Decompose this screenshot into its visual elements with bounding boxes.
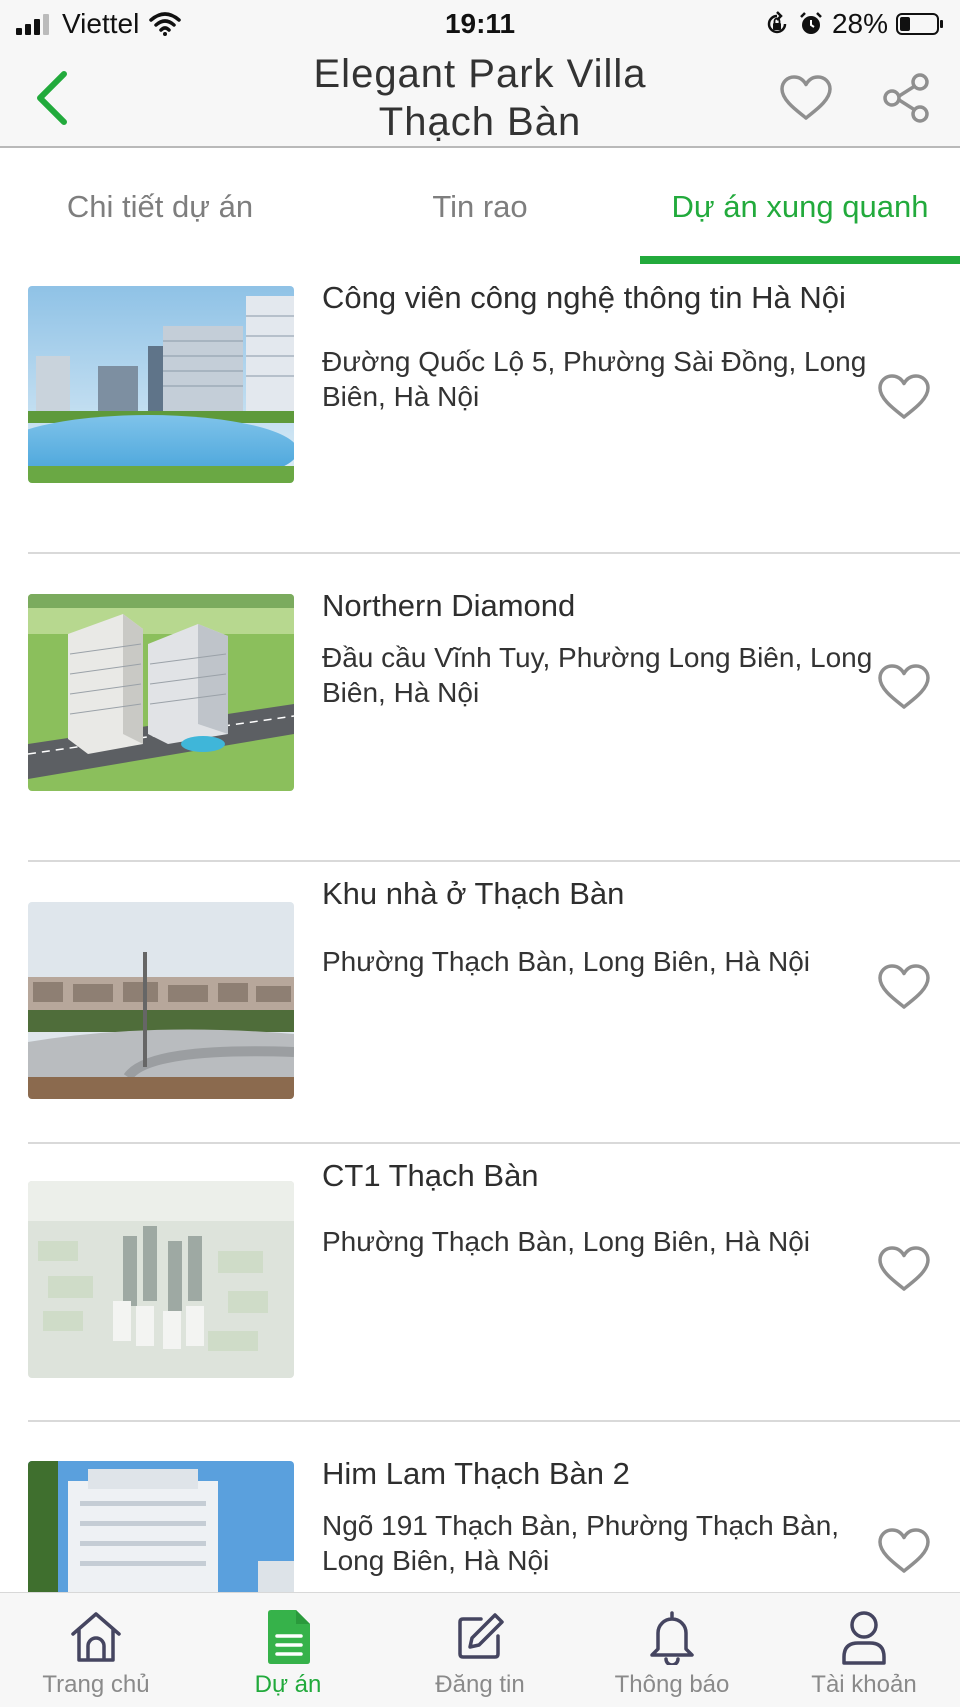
chevron-left-icon: [37, 71, 67, 125]
back-button[interactable]: [24, 66, 80, 130]
nav-label: Tài khoản: [811, 1671, 917, 1698]
photo-twin-towers-icon: [28, 594, 294, 791]
list-item[interactable]: Him Lam Thạch Bàn 2 Ngõ 191 Thạch Bàn, P…: [0, 1422, 960, 1592]
status-bar: Viettel 19:11 28%: [0, 0, 960, 48]
tab-project-details[interactable]: Chi tiết dự án: [40, 150, 280, 264]
list-item[interactable]: Công viên công nghệ thông tin Hà Nội Đườ…: [0, 264, 960, 554]
project-thumbnail: [28, 594, 294, 791]
favorite-project-button[interactable]: [872, 957, 936, 1017]
tab-nearby-projects[interactable]: Dự án xung quanh: [640, 150, 960, 264]
share-icon: [883, 73, 929, 123]
heart-icon: [878, 1528, 930, 1573]
list-item[interactable]: CT1 Thạch Bàn Phường Thạch Bàn, Long Biê…: [0, 1144, 960, 1424]
heart-icon: [878, 1246, 930, 1291]
edit-icon: [450, 1607, 510, 1667]
nav-label: Thông báo: [614, 1671, 730, 1698]
nav-label: Đăng tin: [435, 1671, 525, 1698]
user-icon: [834, 1607, 894, 1667]
project-address: Phường Thạch Bàn, Long Biên, Hà Nội: [322, 1226, 811, 1257]
home-icon: [66, 1607, 126, 1667]
status-right: 28%: [764, 8, 944, 40]
project-thumbnail: [28, 286, 294, 483]
photo-aerial-render-icon: [28, 1181, 294, 1378]
page-title-line1: Elegant Park Villa: [313, 52, 647, 96]
favorite-button[interactable]: [776, 68, 836, 128]
project-address: Ngõ 191 Thạch Bàn, Phường Thạch Bàn, Lon…: [322, 1510, 840, 1576]
favorite-project-button[interactable]: [872, 1521, 936, 1581]
heart-icon: [780, 75, 832, 120]
heart-icon: [878, 374, 930, 419]
battery-percent: 28%: [831, 8, 888, 39]
page-title: Elegant Park Villa Thạch Bàn: [200, 48, 760, 148]
tab-bar: Chi tiết dự án Tin rao Dự án xung quanh: [0, 150, 960, 264]
project-address: Đầu cầu Vĩnh Tuy, Phường Long Biên, Long…: [322, 642, 873, 708]
favorite-project-button[interactable]: [872, 367, 936, 427]
favorite-project-button[interactable]: [872, 657, 936, 717]
nav-header: Elegant Park Villa Thạch Bàn: [0, 48, 960, 148]
nav-label: Dự án: [254, 1671, 322, 1698]
project-list[interactable]: Công viên công nghệ thông tin Hà Nội Đườ…: [0, 264, 960, 1592]
list-item[interactable]: Northern Diamond Đầu cầu Vĩnh Tuy, Phườn…: [0, 554, 960, 862]
project-title[interactable]: Khu nhà ở Thạch Bàn: [322, 876, 882, 912]
rotation-lock-icon: [767, 11, 787, 34]
page-title-line2: Thạch Bàn: [378, 100, 582, 144]
document-icon: [258, 1607, 318, 1667]
nav-label: Trang chủ: [42, 1671, 150, 1698]
nav-account[interactable]: Tài khoản: [768, 1593, 960, 1707]
battery-icon: [896, 13, 943, 35]
project-thumbnail: [28, 1181, 294, 1378]
bell-icon: [642, 1607, 702, 1667]
nav-projects[interactable]: Dự án: [192, 1593, 384, 1707]
project-title[interactable]: Northern Diamond: [322, 588, 882, 624]
project-title[interactable]: CT1 Thạch Bàn: [322, 1158, 882, 1194]
project-title[interactable]: Công viên công nghệ thông tin Hà Nội: [322, 280, 882, 316]
heart-icon: [878, 664, 930, 709]
heart-icon: [878, 964, 930, 1009]
project-address: Phường Thạch Bàn, Long Biên, Hà Nội: [322, 946, 811, 977]
project-thumbnail: [28, 902, 294, 1099]
photo-city-lake-icon: [28, 286, 294, 483]
project-title[interactable]: Him Lam Thạch Bàn 2: [322, 1456, 882, 1492]
bottom-nav: Trang chủ Dự án Đăng tin Thông báo Tài k…: [0, 1592, 960, 1707]
project-thumbnail: [28, 1461, 294, 1592]
photo-housing-road-icon: [28, 902, 294, 1099]
active-tab-indicator: [640, 256, 960, 264]
nav-post[interactable]: Đăng tin: [384, 1593, 576, 1707]
favorite-project-button[interactable]: [872, 1239, 936, 1299]
alarm-icon: [800, 12, 822, 34]
nav-home[interactable]: Trang chủ: [0, 1593, 192, 1707]
project-address: Đường Quốc Lộ 5, Phường Sài Đồng, Long B…: [322, 346, 867, 412]
tab-listings[interactable]: Tin rao: [360, 150, 600, 264]
nav-notifications[interactable]: Thông báo: [576, 1593, 768, 1707]
share-button[interactable]: [876, 68, 936, 128]
photo-high-rise-icon: [28, 1461, 294, 1592]
list-item[interactable]: Khu nhà ở Thạch Bàn Phường Thạch Bàn, Lo…: [0, 862, 960, 1144]
